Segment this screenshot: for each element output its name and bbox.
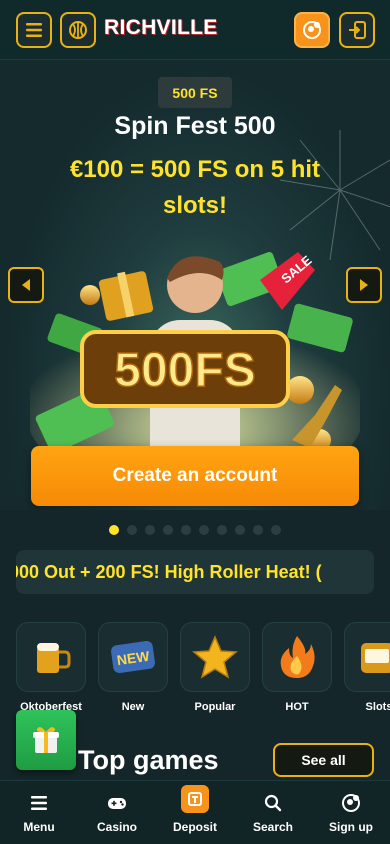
carousel-pagination [109, 525, 281, 535]
nav-label: Search [252, 820, 294, 834]
category-new[interactable]: NEW New [98, 622, 168, 713]
nav-icon-wrap [339, 791, 363, 815]
nav-signup[interactable]: Sign up [312, 781, 390, 844]
star-icon [192, 635, 238, 679]
carousel-dot[interactable] [235, 525, 245, 535]
login-button[interactable] [339, 12, 375, 48]
nav-casino[interactable]: Casino [78, 781, 156, 844]
gamepad-icon [108, 798, 126, 809]
search-icon [264, 794, 282, 812]
carousel-dot[interactable] [271, 525, 281, 535]
promo-subtitle: €100 = 500 FS on 5 hit slots! [69, 156, 321, 219]
beer-mug-icon [37, 643, 71, 673]
hamburger-icon [26, 23, 42, 37]
carousel-dot[interactable] [163, 525, 173, 535]
nav-search[interactable]: Search [234, 781, 312, 844]
category-oktoberfest[interactable]: Oktoberfest [16, 622, 86, 713]
carousel-dot[interactable] [109, 525, 119, 535]
category-label: HOT [285, 701, 309, 713]
category-label: Popular [194, 701, 236, 713]
new-badge-icon: NEW [111, 640, 155, 674]
category-label: Slots [365, 701, 390, 713]
carousel-dot[interactable] [145, 525, 155, 535]
carousel-dot[interactable] [181, 525, 191, 535]
app-page: RICHVILLE 500 FS Spin Fest 500 €100 = 50… [0, 0, 390, 844]
category-tile [344, 622, 390, 692]
hamburger-icon [31, 796, 47, 810]
category-tile: NEW [98, 622, 168, 692]
nav-label: Menu [23, 820, 55, 834]
category-tile [180, 622, 250, 692]
sports-button[interactable] [60, 12, 96, 48]
create-account-button[interactable]: Create an account [31, 446, 359, 506]
brand-logo[interactable]: RICHVILLE [104, 16, 218, 40]
user-plus-icon [342, 794, 360, 812]
bottom-navigation: Menu Casino Deposit Search Sign up [0, 780, 390, 844]
login-icon [349, 21, 366, 39]
see-all-button[interactable]: See all [273, 743, 374, 777]
nav-icon-wrap [27, 791, 51, 815]
promo-badge: 500 FS [158, 77, 232, 108]
bonus-gift-button[interactable] [16, 710, 76, 770]
promo-ticker[interactable]: 000 Out + 200 FS! High Roller Heat! ( [16, 550, 374, 594]
category-tile [262, 622, 332, 692]
nav-icon-wrap [105, 791, 129, 815]
carousel-dot[interactable] [127, 525, 137, 535]
ball-icon [69, 21, 87, 39]
category-label: New [121, 701, 145, 713]
nav-label: Deposit [172, 820, 217, 834]
section-title-top-games: Top games [78, 745, 219, 775]
user-plus-icon [303, 21, 321, 39]
carousel-dot[interactable] [253, 525, 263, 535]
register-button[interactable] [294, 12, 330, 48]
deposit-icon [188, 792, 202, 806]
ticker-text: 000 Out + 200 FS! High Roller Heat! ( [16, 562, 322, 582]
top-header: RICHVILLE [0, 0, 390, 60]
carousel-dot[interactable] [199, 525, 209, 535]
nav-menu[interactable]: Menu [0, 781, 78, 844]
art-headline: 500FS [114, 344, 255, 397]
carousel-dot[interactable] [217, 525, 227, 535]
nav-deposit[interactable]: Deposit [156, 781, 234, 844]
flame-icon [280, 636, 315, 678]
menu-button[interactable] [16, 12, 52, 48]
nav-icon-wrap [261, 791, 285, 815]
category-popular[interactable]: Popular [180, 622, 250, 713]
category-tile [16, 622, 86, 692]
category-hot[interactable]: HOT [262, 622, 332, 713]
promo-title: Spin Fest 500 [114, 112, 276, 140]
category-carousel: Oktoberfest NEW New Popular HOT Slots [16, 622, 390, 717]
deposit-icon-wrap [181, 785, 209, 813]
slot-machine-icon [361, 643, 390, 673]
category-slots[interactable]: Slots [344, 622, 390, 713]
nav-label: Casino [96, 820, 137, 834]
gift-icon [33, 727, 59, 753]
nav-label: Sign up [329, 820, 373, 834]
promo-banner: 500 FS Spin Fest 500 €100 = 500 FS on 5 … [0, 60, 390, 510]
